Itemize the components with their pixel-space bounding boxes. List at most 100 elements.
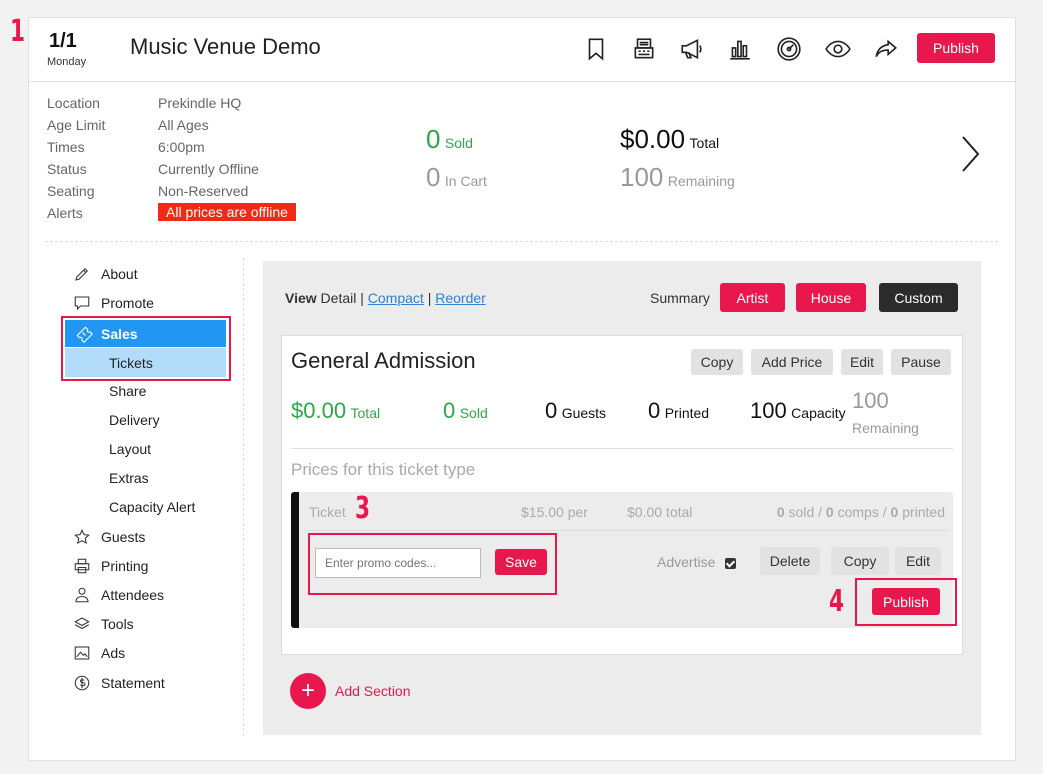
sidebar-item-guests[interactable]: Guests bbox=[73, 528, 145, 546]
advertise-toggle[interactable]: Advertise bbox=[657, 554, 737, 570]
layers-icon bbox=[74, 617, 90, 630]
tt-sold-count: 0 bbox=[443, 398, 456, 423]
info-value-status: Currently Offline bbox=[158, 161, 259, 177]
info-key-status: Status bbox=[47, 161, 87, 177]
summary-artist-button[interactable]: Artist bbox=[720, 283, 785, 312]
cart-label: In Cart bbox=[444, 173, 487, 189]
view-separator-1: | bbox=[360, 290, 364, 306]
tt-total-amount: $0.00 bbox=[291, 398, 347, 423]
pause-ticket-type-button[interactable]: Pause bbox=[891, 349, 951, 375]
bookmark-icon[interactable] bbox=[582, 35, 610, 63]
view-separator-2: | bbox=[427, 290, 432, 306]
chevron-right-icon[interactable] bbox=[957, 134, 983, 174]
view-reorder-link[interactable]: Reorder bbox=[435, 290, 486, 306]
sidebar-label-ads: Ads bbox=[101, 645, 126, 661]
bar-chart-icon[interactable] bbox=[726, 35, 754, 63]
copy-ticket-type-button[interactable]: Copy bbox=[691, 349, 743, 375]
tt-total-label: Total bbox=[350, 405, 381, 421]
info-value-location: Prekindle HQ bbox=[158, 95, 242, 111]
annotation-4: 4 bbox=[829, 584, 845, 619]
summary-label: Summary bbox=[650, 290, 710, 306]
sidebar-item-printing[interactable]: Printing bbox=[73, 557, 148, 575]
add-section-button[interactable]: + Add Section bbox=[290, 673, 411, 709]
remaining-count: 100 bbox=[620, 162, 664, 192]
tt-total-stat: $0.00 Total bbox=[291, 398, 380, 424]
cart-stat: 0 In Cart bbox=[426, 162, 487, 193]
sidebar-label-statement: Statement bbox=[101, 675, 165, 691]
tt-printed-label: Printed bbox=[664, 405, 710, 421]
speech-bubble-icon bbox=[74, 296, 90, 311]
info-key-location: Location bbox=[47, 95, 100, 111]
advertise-checkbox[interactable] bbox=[725, 557, 737, 569]
add-section-label[interactable]: Add Section bbox=[335, 683, 411, 699]
sidebar-item-ads[interactable]: Ads bbox=[73, 644, 125, 662]
price-row-divider bbox=[305, 530, 947, 531]
price-sold-count: 0 bbox=[776, 504, 785, 520]
printer-icon bbox=[74, 558, 90, 574]
sidebar-item-layout[interactable]: Layout bbox=[109, 441, 151, 457]
event-header: 1/1 Monday Music Venue Demo Publish bbox=[29, 18, 1015, 82]
sidebar-label-tools: Tools bbox=[101, 616, 134, 632]
info-key-seating: Seating bbox=[47, 183, 95, 199]
sidebar-item-promote[interactable]: Promote bbox=[73, 294, 154, 312]
price-row: Ticket 3 $15.00 per $0.00 total 0 sold /… bbox=[291, 491, 957, 628]
sidebar-item-about[interactable]: About bbox=[73, 265, 138, 283]
view-switcher: View Detail | Compact | Reorder bbox=[285, 290, 486, 306]
view-compact-link[interactable]: Compact bbox=[368, 290, 424, 306]
sidebar-item-tools[interactable]: Tools bbox=[73, 615, 134, 633]
register-icon[interactable] bbox=[630, 35, 658, 63]
sold-count: 0 bbox=[426, 124, 441, 154]
publish-event-button[interactable]: Publish bbox=[917, 33, 995, 63]
edit-price-button[interactable]: Edit bbox=[895, 547, 941, 575]
info-value-times: 6:00pm bbox=[158, 139, 205, 155]
annotation-3: 3 bbox=[355, 491, 371, 526]
delete-price-button[interactable]: Delete bbox=[760, 547, 820, 575]
section-divider bbox=[45, 241, 998, 242]
view-label: View bbox=[285, 290, 317, 306]
dollar-circle-icon bbox=[74, 675, 90, 691]
event-card: 1/1 Monday Music Venue Demo Publish Loca… bbox=[28, 17, 1016, 761]
alert-badge: All prices are offline bbox=[158, 203, 296, 221]
view-detail[interactable]: Detail bbox=[321, 290, 357, 306]
price-total: $0.00 total bbox=[627, 504, 693, 520]
sidebar-divider bbox=[243, 258, 244, 736]
ticket-type-name: General Admission bbox=[291, 348, 476, 373]
megaphone-icon[interactable] bbox=[678, 35, 706, 63]
price-name: Ticket bbox=[309, 504, 346, 520]
event-date: 1/1 bbox=[49, 30, 77, 52]
sidebar-label-printing: Printing bbox=[101, 558, 149, 574]
remaining-label: Remaining bbox=[667, 173, 735, 189]
sidebar-label-promote: Promote bbox=[101, 295, 154, 311]
sold-stat: 0 Sold bbox=[426, 124, 473, 155]
share-icon[interactable] bbox=[872, 35, 900, 63]
tt-guests-stat: 0 Guests bbox=[545, 398, 606, 424]
sidebar-item-share[interactable]: Share bbox=[109, 383, 146, 399]
event-day: Monday bbox=[47, 56, 87, 68]
cart-count: 0 bbox=[426, 162, 441, 192]
sidebar-item-statement[interactable]: Statement bbox=[73, 674, 165, 692]
add-price-button[interactable]: Add Price bbox=[751, 349, 833, 375]
edit-ticket-type-button[interactable]: Edit bbox=[841, 349, 883, 375]
ticket-type-card: General Admission Copy Add Price Edit Pa… bbox=[281, 335, 963, 655]
info-key-age-limit: Age Limit bbox=[47, 117, 106, 133]
sidebar-item-attendees[interactable]: Attendees bbox=[73, 586, 164, 604]
total-stat: $0.00 Total bbox=[620, 124, 719, 155]
copy-price-button[interactable]: Copy bbox=[831, 547, 889, 575]
sold-label: Sold bbox=[444, 135, 473, 151]
add-section-plus-icon[interactable]: + bbox=[290, 673, 326, 709]
prices-title: Prices for this ticket type bbox=[291, 460, 476, 479]
summary-house-button[interactable]: House bbox=[796, 283, 866, 312]
sidebar-item-delivery[interactable]: Delivery bbox=[109, 412, 160, 428]
price-comps-count: 0 bbox=[825, 504, 834, 520]
summary-custom-button[interactable]: Custom bbox=[879, 283, 958, 312]
tt-printed-stat: 0 Printed bbox=[648, 398, 709, 424]
sidebar-label-about: About bbox=[101, 266, 138, 282]
price-comps-label: comps / bbox=[837, 504, 887, 520]
sidebar-item-capacity-alert[interactable]: Capacity Alert bbox=[109, 499, 195, 515]
sidebar-item-extras[interactable]: Extras bbox=[109, 470, 149, 486]
tt-printed-count: 0 bbox=[648, 398, 661, 423]
advertise-label: Advertise bbox=[657, 554, 716, 570]
dashboard-icon[interactable] bbox=[775, 35, 803, 63]
eye-icon[interactable] bbox=[824, 35, 852, 63]
tt-capacity-stat: 100 Capacity bbox=[750, 398, 846, 424]
